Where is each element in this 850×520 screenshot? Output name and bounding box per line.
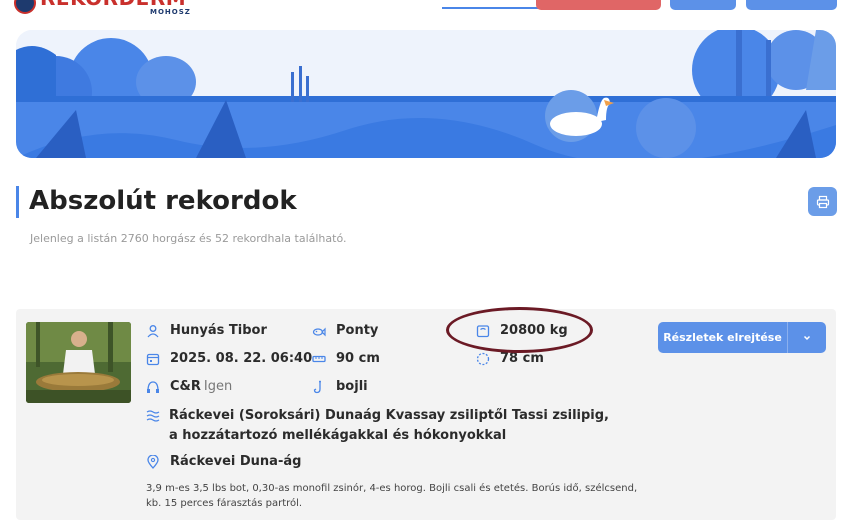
- fish-length: 90 cm: [336, 351, 380, 366]
- catch-photo[interactable]: [26, 322, 131, 403]
- catch-datetime: 2025. 08. 22. 06:40: [170, 351, 313, 366]
- girth-field: 78 cm: [476, 351, 544, 366]
- nav-link-mohosz[interactable]: MOHOSZ: [284, 0, 334, 9]
- bait-field: bojli: [312, 379, 368, 394]
- logo-title: REKORDERM: [40, 0, 191, 8]
- nav-button-blue-2[interactable]: [746, 0, 837, 10]
- waves-icon: [146, 409, 160, 446]
- details-toggle-group: Részletek elrejtése: [658, 322, 826, 353]
- angler-name: Hunyás Tibor: [170, 323, 267, 338]
- logo-badge-icon: [14, 0, 36, 14]
- water-name: Ráckevei Duna-ág: [170, 454, 302, 469]
- water-section-field: Ráckevei (Soroksári) Dunaág Kvassay zsil…: [146, 406, 616, 446]
- catch-release-label: C&R: [170, 379, 201, 394]
- fish-girth: 78 cm: [500, 351, 544, 366]
- date-field: 2025. 08. 22. 06:40: [146, 351, 312, 366]
- nav-link-records[interactable]: Rekordlista: [357, 0, 418, 9]
- nav-button-red[interactable]: [536, 0, 661, 10]
- angler-field: Hunyás Tibor: [146, 323, 267, 338]
- print-button[interactable]: [808, 187, 837, 216]
- bait-name: bojli: [336, 379, 368, 394]
- hero-banner: [16, 30, 836, 158]
- location-pin-icon: [146, 454, 160, 469]
- catch-release-field: C&R Igen: [146, 379, 232, 394]
- title-accent-bar: [16, 186, 19, 218]
- page-title: Abszolút rekordok: [29, 186, 297, 216]
- fish-icon: [312, 324, 326, 338]
- catch-release-icon: [146, 380, 160, 394]
- ruler-icon: [312, 352, 326, 366]
- lake-illustration: [16, 30, 836, 158]
- nav-link-home[interactable]: Kezdőoldal: [200, 0, 260, 9]
- chevron-down-icon: [803, 335, 811, 340]
- catch-description: 3,9 m-es 3,5 lbs bot, 0,30-as monofil zs…: [146, 483, 638, 509]
- hide-details-label: Részletek elrejtése: [663, 331, 782, 344]
- hook-icon: [312, 380, 326, 394]
- weight-highlight-annotation: [446, 307, 593, 353]
- logo-subtitle: MOHOSZ: [150, 8, 191, 16]
- angler-photo-image: [26, 322, 131, 403]
- nav-links: Kezdőoldal MOHOSZ Rekordlista Abszolút r…: [200, 0, 556, 9]
- details-dropdown-button[interactable]: [788, 322, 826, 353]
- water-name-field: Ráckevei Duna-ág: [146, 454, 301, 469]
- girth-icon: [476, 352, 490, 366]
- water-section-text: Ráckevei (Soroksári) Dunaág Kvassay zsil…: [169, 408, 609, 443]
- printer-icon: [816, 195, 829, 208]
- hide-details-button[interactable]: Részletek elrejtése: [658, 322, 788, 353]
- calendar-icon: [146, 352, 160, 366]
- site-logo[interactable]: REKORDERM MOHOSZ: [14, 0, 191, 16]
- user-icon: [146, 324, 160, 338]
- species-name: Ponty: [336, 323, 379, 338]
- catch-release-value: Igen: [203, 379, 233, 394]
- length-field: 90 cm: [312, 351, 380, 366]
- page-subtitle: Jelenleg a listán 2760 horgász és 52 rek…: [30, 232, 347, 245]
- nav-button-blue-1[interactable]: [670, 0, 736, 10]
- species-field: Ponty: [312, 323, 378, 338]
- top-navigation: REKORDERM MOHOSZ Kezdőoldal MOHOSZ Rekor…: [0, 0, 850, 16]
